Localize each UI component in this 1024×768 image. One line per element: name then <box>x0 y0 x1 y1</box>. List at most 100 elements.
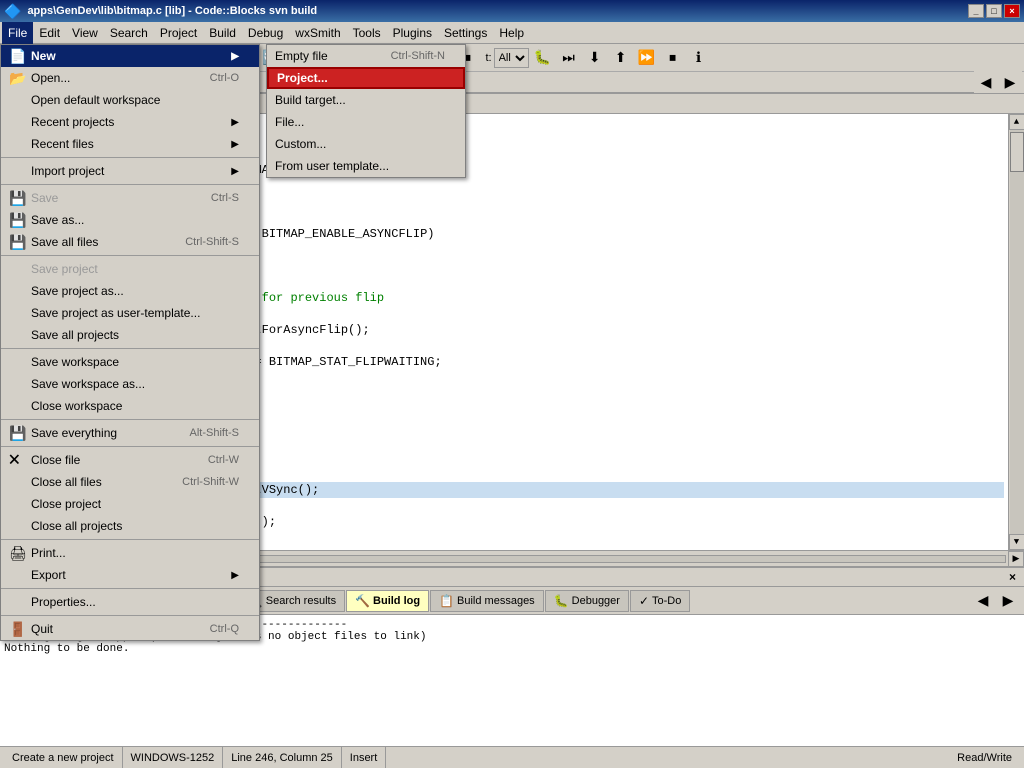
new-project-label: Project... <box>277 71 328 85</box>
target-dropdown[interactable]: All <box>494 48 529 68</box>
status-line-col: Line 246, Column 25 <box>223 747 342 768</box>
file-import-project[interactable]: Import project ▶ <box>1 160 259 182</box>
file-close-workspace[interactable]: Close workspace <box>1 395 259 417</box>
tab-debugger-label: Debugger <box>572 595 620 607</box>
file-properties[interactable]: Properties... <box>1 591 259 613</box>
debug-stop[interactable]: ⏹ <box>661 47 685 69</box>
tab-build-messages[interactable]: 📋 Build messages <box>430 590 544 612</box>
todo-icon: ✓ <box>639 594 649 608</box>
project-menu[interactable]: Project <box>154 22 203 44</box>
tab-search-label: Search results <box>266 595 336 607</box>
file-save-all-projects[interactable]: Save all projects <box>1 324 259 346</box>
file-open-default-workspace[interactable]: Open default workspace <box>1 89 259 111</box>
new-from-template[interactable]: From user template... <box>267 155 465 177</box>
msg-scroll-right[interactable]: ▶ <box>996 590 1020 612</box>
messages-close[interactable]: × <box>1009 570 1016 584</box>
new-build-target[interactable]: Build target... <box>267 89 465 111</box>
tab-todo[interactable]: ✓ To-Do <box>630 590 690 612</box>
new-icon: 📄 <box>9 48 27 65</box>
tab-build-messages-label: Build messages <box>457 595 535 607</box>
status-encoding: WINDOWS-1252 <box>123 747 224 768</box>
open-icon: 📂 <box>9 70 27 87</box>
file-print[interactable]: 🖨 Print... <box>1 542 259 564</box>
scroll-thumb[interactable] <box>1010 132 1024 172</box>
tools-menu[interactable]: Tools <box>347 22 387 44</box>
debug-menu[interactable]: Debug <box>242 22 289 44</box>
file-export[interactable]: Export ▶ <box>1 564 259 586</box>
separator6 <box>1 446 259 447</box>
window-title: apps\GenDev\lib\bitmap.c [lib] - Code::B… <box>27 5 317 17</box>
search-menu[interactable]: Search <box>104 22 154 44</box>
right-scrollbar[interactable]: ▲ ▼ <box>1008 114 1024 550</box>
file-save-project-template[interactable]: Save project as user-template... <box>1 302 259 324</box>
title-bar-controls: _ □ × <box>968 4 1020 18</box>
tab-todo-label: To-Do <box>652 595 681 607</box>
separator8 <box>1 588 259 589</box>
file-quit[interactable]: 🚪 Quit Ctrl-Q <box>1 618 259 640</box>
file-close-file[interactable]: 🗙 Close file Ctrl-W <box>1 449 259 471</box>
build-menu[interactable]: Build <box>203 22 242 44</box>
file-new-label: New <box>31 49 56 63</box>
separator9 <box>1 615 259 616</box>
new-empty-file[interactable]: Empty file Ctrl-Shift-N <box>267 45 465 67</box>
submenu-arrow: ▶ <box>231 51 239 62</box>
status-create-project: Create a new project <box>4 747 123 768</box>
msg-scroll-left[interactable]: ◀ <box>971 590 995 612</box>
info-button[interactable]: ℹ <box>687 47 711 69</box>
file-menu-dropdown: 📄 New ▶ 📂 Open... Ctrl-O Open default wo… <box>0 44 260 641</box>
file-save-project: Save project <box>1 258 259 280</box>
file-save-as[interactable]: 💾 Save as... <box>1 209 259 231</box>
file-close-all-files[interactable]: Close all files Ctrl-Shift-W <box>1 471 259 493</box>
scroll-down-btn[interactable]: ▼ <box>1009 534 1024 550</box>
status-access: Read/Write <box>386 747 1020 768</box>
file-recent-files[interactable]: Recent files ▶ <box>1 133 259 155</box>
view-menu[interactable]: View <box>66 22 104 44</box>
new-submenu: Empty file Ctrl-Shift-N Project... Build… <box>266 44 466 178</box>
tab-build-log[interactable]: 🔨 Build log <box>346 590 429 612</box>
scroll-track[interactable] <box>1010 130 1024 534</box>
file-save-workspace[interactable]: Save workspace <box>1 351 259 373</box>
file-save-all[interactable]: 💾 Save all files Ctrl-Shift-S <box>1 231 259 253</box>
debug-step[interactable]: ⬇ <box>583 47 607 69</box>
file-menu[interactable]: File <box>2 22 33 44</box>
file-save-everything[interactable]: 💾 Save everything Alt-Shift-S <box>1 422 259 444</box>
help-menu[interactable]: Help <box>493 22 530 44</box>
close-button[interactable]: × <box>1004 4 1020 18</box>
build-log-icon: 🔨 <box>355 594 370 608</box>
plugins-menu[interactable]: Plugins <box>387 22 438 44</box>
tab-bar-space <box>135 92 974 93</box>
file-new-item[interactable]: 📄 New ▶ <box>1 45 259 67</box>
tab-scroll-left[interactable]: ◀ <box>974 71 998 93</box>
separator4 <box>1 348 259 349</box>
tab-scroll-right[interactable]: ▶ <box>998 71 1022 93</box>
separator5 <box>1 419 259 420</box>
minimize-button[interactable]: _ <box>968 4 984 18</box>
debug-out[interactable]: ⬆ <box>609 47 633 69</box>
tab-build-log-label: Build log <box>373 595 420 607</box>
edit-menu[interactable]: Edit <box>33 22 66 44</box>
scroll-up-btn[interactable]: ▲ <box>1009 114 1024 130</box>
file-open-item[interactable]: 📂 Open... Ctrl-O <box>1 67 259 89</box>
settings-menu[interactable]: Settings <box>438 22 493 44</box>
new-file[interactable]: File... <box>267 111 465 133</box>
file-close-all-projects[interactable]: Close all projects <box>1 515 259 537</box>
new-project[interactable]: Project... <box>267 67 465 89</box>
separator2 <box>1 184 259 185</box>
debug-continue[interactable]: ⏩ <box>635 47 659 69</box>
debugger-tab-icon: 🐛 <box>554 594 569 608</box>
file-close-project[interactable]: Close project <box>1 493 259 515</box>
status-mode: Insert <box>342 747 387 768</box>
menu-bar: File Edit View Search Project Build Debu… <box>0 22 1024 44</box>
h-scroll-right[interactable]: ▶ <box>1008 551 1024 567</box>
tab-debugger[interactable]: 🐛 Debugger <box>545 590 629 612</box>
build-output-line3: Nothing to be done. <box>4 643 1020 655</box>
debug-next[interactable]: ⏭ <box>557 47 581 69</box>
file-recent-projects[interactable]: Recent projects ▶ <box>1 111 259 133</box>
new-custom[interactable]: Custom... <box>267 133 465 155</box>
file-save-workspace-as[interactable]: Save workspace as... <box>1 373 259 395</box>
wxsmith-menu[interactable]: wxSmith <box>289 22 346 44</box>
app-icon: 🔷 <box>4 3 21 20</box>
maximize-button[interactable]: □ <box>986 4 1002 18</box>
debug-button[interactable]: 🐛 <box>531 47 555 69</box>
file-save-project-as[interactable]: Save project as... <box>1 280 259 302</box>
